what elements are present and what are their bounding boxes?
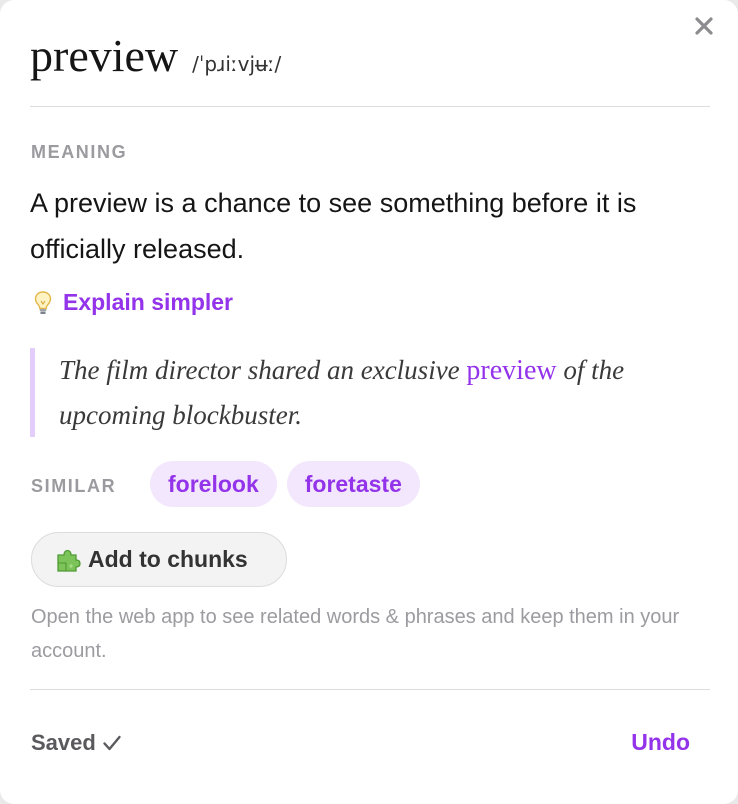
meaning-label: MEANING (31, 142, 128, 162)
headword: preview (30, 30, 179, 81)
divider (30, 689, 710, 690)
add-to-chunks-label: Add to chunks (88, 546, 248, 572)
explain-simpler-label: Explain simpler (63, 289, 234, 315)
word-header: preview /ˈpɹiːvjʉː/ (30, 28, 281, 84)
example-text-before: The film director shared an exclusive (59, 355, 467, 385)
web-app-note: Open the web app to see related words & … (31, 606, 680, 662)
puzzle-icon (57, 549, 81, 572)
saved-status-label: Saved (31, 730, 96, 755)
meaning-text: A preview is a chance to see something b… (30, 188, 637, 264)
phonetic-transcription: /ˈpɹiːvjʉː/ (192, 52, 282, 76)
saved-status: Saved (31, 730, 122, 756)
add-to-chunks-button[interactable]: Add to chunks (31, 532, 287, 587)
close-button[interactable] (688, 10, 720, 42)
similar-chip-foretaste[interactable]: foretaste (286, 461, 420, 507)
example-highlight: preview (466, 355, 557, 386)
lightbulb-icon (34, 290, 52, 314)
example-quote: The film director shared an exclusive pr… (30, 348, 680, 437)
similar-words: forelook foretaste (150, 461, 420, 507)
undo-button[interactable]: Undo (631, 729, 690, 756)
divider (30, 106, 710, 107)
definition-popup: preview /ˈpɹiːvjʉː/ MEANING A preview is… (0, 0, 738, 804)
similar-chip-forelook[interactable]: forelook (150, 461, 277, 507)
explain-simpler-button[interactable]: Explain simpler (33, 289, 233, 316)
similar-label: SIMILAR (31, 476, 117, 496)
close-icon (695, 17, 713, 35)
checkmark-icon (103, 735, 121, 751)
